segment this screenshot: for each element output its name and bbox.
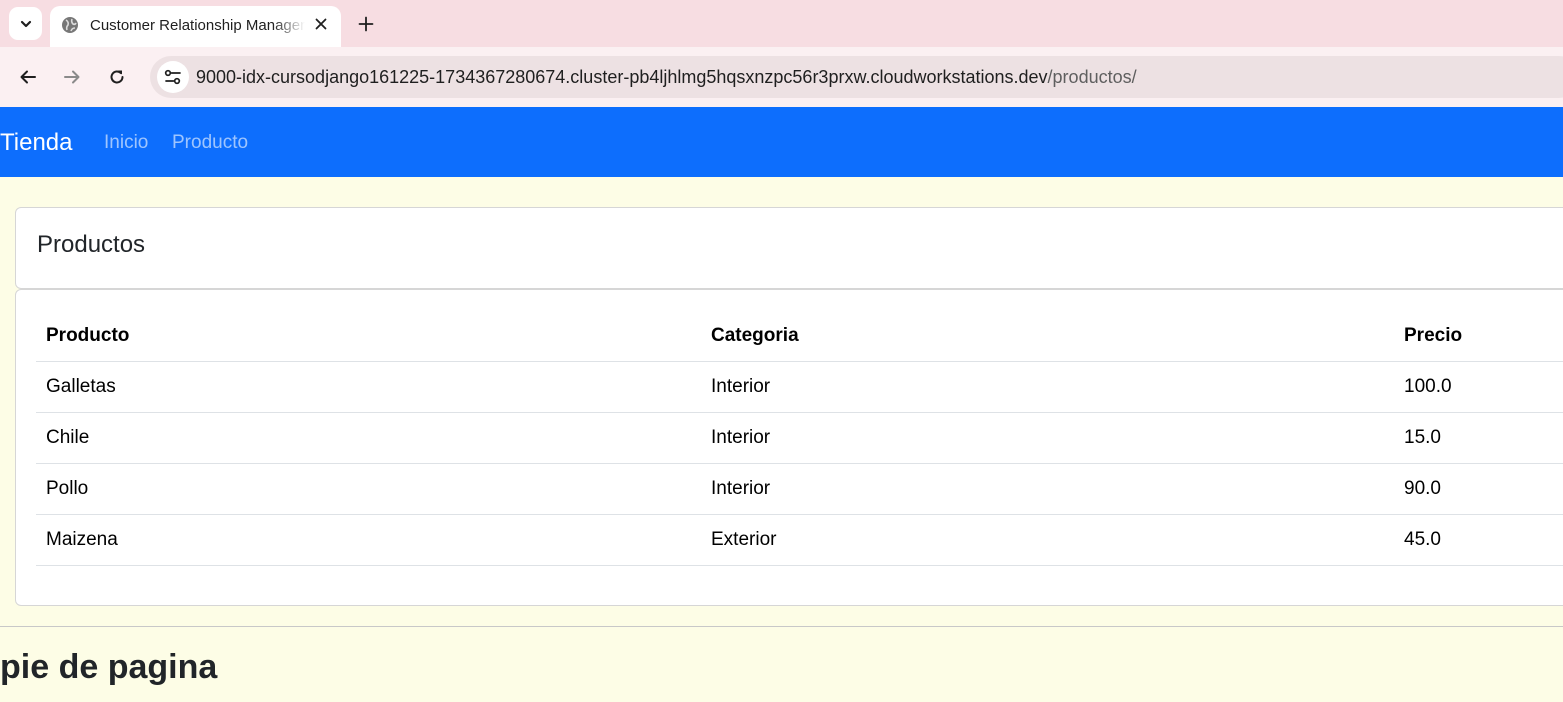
cell-producto: Galletas [36,361,701,413]
url-text: 9000-idx-cursodjango161225-1734367280674… [196,67,1137,88]
back-arrow-icon [20,70,36,84]
url-path: /productos/ [1047,67,1137,87]
footer-heading: pie de pagina [0,648,218,686]
table-header-row: Producto Categoria Precio [36,311,1563,362]
nav-link-inicio[interactable]: Inicio [104,132,148,154]
card-body: Producto Categoria Precio Galletas Inter… [15,289,1563,606]
page-title: Productos [37,231,146,258]
tab-title: Customer Relationship Management [90,17,305,34]
tune-icon [164,69,181,85]
table-row: Galletas Interior 100.0 [36,361,1563,413]
site-info-button[interactable] [157,61,189,93]
plus-icon [358,16,374,32]
cell-categoria: Interior [701,412,1394,464]
url-host: 9000-idx-cursodjango161225-1734367280674… [196,67,1048,87]
navbar-brand[interactable]: Tienda [0,129,73,157]
cell-categoria: Interior [701,361,1394,413]
column-header-precio: Precio [1394,311,1563,362]
cell-precio: 15.0 [1394,412,1563,464]
footer-divider [0,626,1563,627]
table-row: Chile Interior 15.0 [36,412,1563,464]
globe-icon [62,17,78,33]
cell-precio: 90.0 [1394,463,1563,515]
chevron-down-icon [20,20,31,27]
cell-categoria: Interior [701,463,1394,515]
cell-precio: 100.0 [1394,361,1563,413]
address-bar[interactable]: 9000-idx-cursodjango161225-1734367280674… [150,56,1563,98]
tab-search-button[interactable] [9,7,42,40]
reload-icon [110,70,124,84]
forward-button[interactable] [57,62,87,92]
cell-producto: Chile [36,412,701,464]
nav-link-producto[interactable]: Producto [172,132,248,154]
close-icon [315,18,327,30]
cell-producto: Maizena [36,514,701,566]
cell-producto: Pollo [36,463,701,515]
back-button[interactable] [13,62,43,92]
cell-categoria: Exterior [701,514,1394,566]
cell-precio: 45.0 [1394,514,1563,566]
app-navbar: Tienda Inicio Producto [0,107,1563,177]
browser-toolbar: 9000-idx-cursodjango161225-1734367280674… [0,47,1563,107]
reload-button[interactable] [102,62,132,92]
table-row: Pollo Interior 90.0 [36,463,1563,515]
card-header: Productos [15,207,1563,289]
forward-arrow-icon [64,70,80,84]
new-tab-button[interactable] [352,10,380,38]
browser-tab[interactable]: Customer Relationship Management [50,6,341,47]
column-header-categoria: Categoria [701,311,1394,362]
tab-strip: Customer Relationship Management [0,0,1563,47]
table-row: Maizena Exterior 45.0 [36,514,1563,566]
column-header-producto: Producto [36,311,701,362]
products-table: Producto Categoria Precio Galletas Inter… [36,311,1563,566]
close-tab-button[interactable] [310,13,332,35]
